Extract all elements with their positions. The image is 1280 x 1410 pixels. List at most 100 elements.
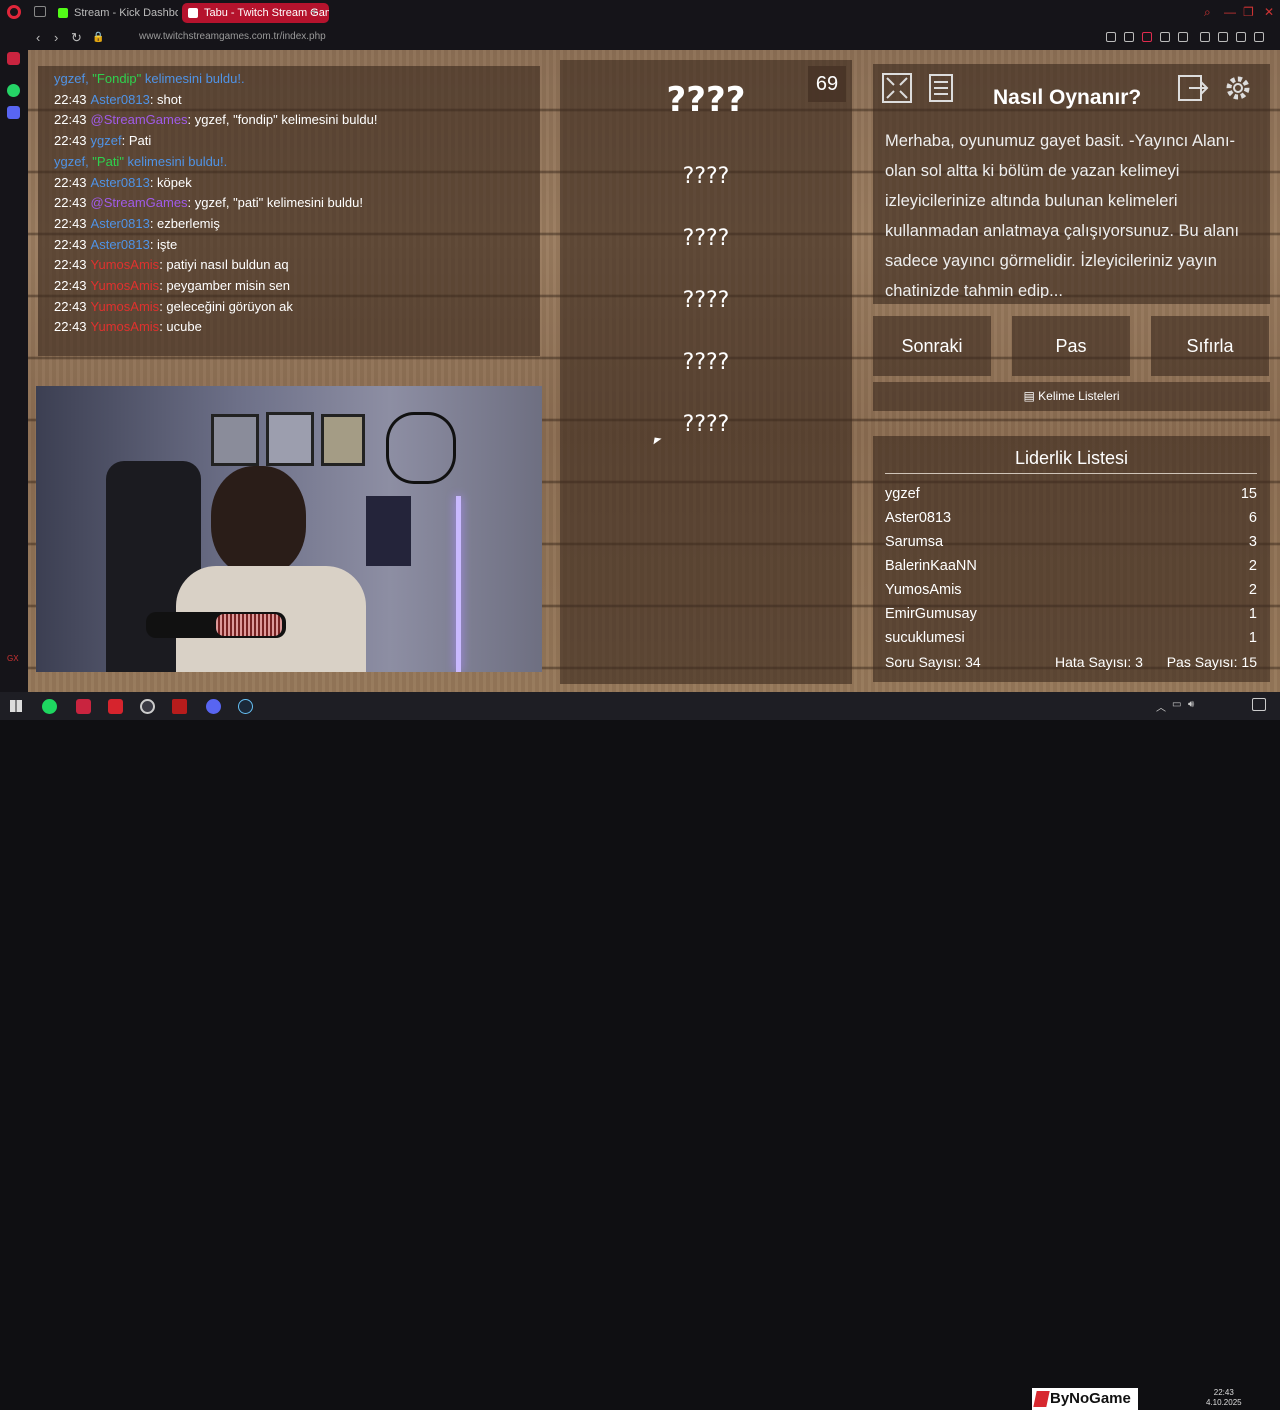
chat-message: 22:43 YumosAmis: geleceğini görüyon ak: [54, 297, 540, 318]
menu-icon[interactable]: [1254, 32, 1264, 42]
led-light-bar: [456, 496, 461, 672]
fullscreen-icon[interactable]: [881, 72, 913, 104]
chat-username[interactable]: YumosAmis: [91, 319, 160, 334]
site-favicon-icon: [188, 8, 198, 18]
maximize-icon[interactable]: ❐: [1243, 5, 1254, 19]
player-name: EmirGumusay: [885, 606, 977, 622]
wall-frame-1: [211, 414, 259, 466]
taboo-word: ????: [682, 412, 730, 437]
close-window-icon[interactable]: ✕: [1264, 5, 1274, 19]
settings-gear-icon[interactable]: [1222, 72, 1254, 104]
opera-gx-icon[interactable]: [76, 699, 91, 714]
chat-username[interactable]: Aster0813: [91, 92, 150, 107]
chat-username[interactable]: @StreamGames: [91, 112, 188, 127]
back-icon[interactable]: ‹: [36, 30, 40, 45]
streamer-head: [211, 466, 306, 576]
tray-chevron-icon[interactable]: ︿: [1156, 699, 1166, 714]
chat-message: ygzef, "Fondip" kelimesini buldu!.: [54, 69, 540, 90]
taboo-word: ????: [682, 350, 730, 375]
network-icon[interactable]: ▭: [1172, 699, 1181, 710]
chat-username[interactable]: YumosAmis: [91, 257, 160, 272]
chat-time: 22:43: [54, 257, 87, 273]
chat-text: : ygzef, "pati" kelimesini buldu!: [187, 195, 363, 211]
extensions-icon[interactable]: [1200, 32, 1210, 42]
voicemeeter-icon[interactable]: [172, 699, 187, 714]
app-red-icon[interactable]: [108, 699, 123, 714]
document-icon: ▤: [1023, 389, 1035, 403]
webcam-overlay: [36, 386, 542, 672]
player-name: sucuklumesi: [885, 630, 965, 646]
next-button[interactable]: Sonraki: [873, 316, 991, 376]
how-to-play-text: Merhaba, oyunumuz gayet basit. -Yayıncı …: [885, 132, 1240, 298]
notification-icon[interactable]: [1252, 698, 1266, 711]
forward-icon[interactable]: ›: [54, 30, 58, 45]
question-count: Soru Sayısı: 34: [885, 654, 981, 670]
tab-kick-dashboard[interactable]: Stream - Kick Dashboard: [52, 3, 178, 23]
chat-username[interactable]: YumosAmis: [91, 278, 160, 293]
error-count: Hata Sayısı: 3: [1055, 654, 1143, 670]
chat-username[interactable]: ygzef: [91, 133, 122, 148]
leaderboard-row: EmirGumusay 1: [885, 606, 1257, 622]
discord-icon[interactable]: [7, 106, 20, 119]
download-icon[interactable]: [1236, 32, 1246, 42]
whatsapp-icon[interactable]: [7, 84, 20, 97]
spotify-icon[interactable]: [42, 699, 57, 714]
search-tabs-icon[interactable]: ⌕: [1204, 5, 1211, 20]
snapshot-icon[interactable]: [1124, 32, 1134, 42]
new-tab-icon[interactable]: +: [310, 3, 318, 19]
system-clock[interactable]: 22:43 4.10.2025: [1206, 1388, 1242, 1408]
chat-text: : köpek: [149, 174, 192, 190]
taboo-word: ????: [682, 226, 730, 251]
word-lists-button[interactable]: ▤ Kelime Listeleri: [873, 382, 1270, 411]
leaderboard-panel: Liderlik Listesi ygzef 15 Aster0813 6 Sarums…: [873, 436, 1270, 682]
chat-username[interactable]: Aster0813: [91, 237, 150, 252]
system-message: ygzef, "Fondip" kelimesini buldu!.: [54, 71, 245, 86]
chat-username[interactable]: YumosAmis: [91, 299, 160, 314]
word-card-panel: 69 ???? ???? ???? ???? ???? ????: [560, 60, 852, 684]
volume-icon[interactable]: 🔊︎: [1188, 699, 1194, 710]
windows-start-icon[interactable]: [10, 700, 22, 712]
obs-icon[interactable]: [140, 699, 155, 714]
play-icon[interactable]: [1160, 32, 1170, 42]
leaderboard-rows: ygzef 15 Aster0813 6 Sarumsa 3 BalerinKaaNN 2 Yu…: [873, 436, 1270, 646]
chat-text: : geleceğini görüyon ak: [159, 298, 293, 314]
tab-tabu-games[interactable]: Tabu - Twitch Stream Games: [182, 3, 329, 23]
bynogame-logo: ByNoGame: [1032, 1388, 1138, 1410]
mouse-cursor-icon: [653, 437, 662, 446]
reset-button[interactable]: Sıfırla: [1151, 316, 1269, 376]
url-field[interactable]: www.twitchstreamgames.com.tr/index.php: [139, 31, 326, 42]
shield-icon[interactable]: [1142, 32, 1152, 42]
shelf-item: [366, 496, 411, 566]
chat-message: 22:43 YumosAmis: ucube: [54, 317, 540, 338]
chat-username[interactable]: @StreamGames: [91, 195, 188, 210]
profile-icon[interactable]: [1218, 32, 1228, 42]
chat-time: 22:43: [54, 174, 87, 190]
chat-text: : ezberlemiş: [149, 215, 220, 231]
reload-icon[interactable]: ↻: [71, 30, 82, 46]
workspaces-icon[interactable]: [34, 6, 46, 17]
discord-taskbar-icon[interactable]: [206, 699, 221, 714]
aria-icon[interactable]: [7, 52, 20, 65]
logout-icon[interactable]: [1177, 72, 1209, 104]
gx-icon[interactable]: GX: [7, 654, 19, 663]
pin-icon[interactable]: [1106, 32, 1116, 42]
chat-text: : shot: [149, 91, 182, 107]
chat-time: 22:43: [54, 91, 87, 107]
chat-text: : ygzef, "fondip" kelimesini buldu!: [187, 112, 378, 128]
steam-icon[interactable]: [238, 699, 253, 714]
microphone-grille: [216, 614, 282, 636]
chat-text: : ucube: [159, 319, 202, 335]
chat-time: 22:43: [54, 195, 87, 211]
kick-favicon-icon: [58, 8, 68, 18]
bynogame-mark-icon: [1033, 1391, 1050, 1407]
chat-username[interactable]: Aster0813: [91, 175, 150, 190]
opera-logo-icon[interactable]: [7, 5, 21, 19]
pass-button[interactable]: Pas: [1012, 316, 1130, 376]
leaderboard-row: Aster0813 6: [885, 510, 1257, 526]
leaderboard-row: ygzef 15: [885, 486, 1257, 502]
minimize-icon[interactable]: —: [1224, 5, 1236, 19]
chat-username[interactable]: Aster0813: [91, 216, 150, 231]
heart-icon[interactable]: [1178, 32, 1188, 42]
notes-icon[interactable]: [925, 72, 957, 104]
main-word: ????: [666, 80, 746, 120]
